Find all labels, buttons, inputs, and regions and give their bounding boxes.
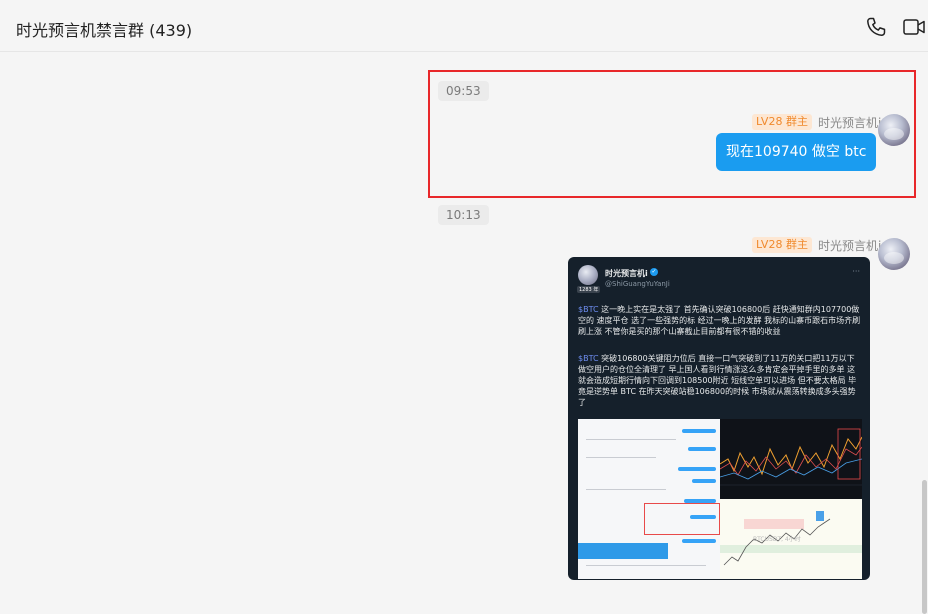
- tweet-paragraph: $BTC 突破106800关键阻力位后 直接一口气突破到了11万的关口把11万以…: [578, 353, 862, 408]
- avatar[interactable]: [878, 114, 910, 146]
- tweet-embedded-screenshot: [578, 419, 862, 579]
- avatar[interactable]: [878, 238, 910, 270]
- cashtag: $BTC: [578, 305, 599, 314]
- tweet-text: 突破106800关键阻力位后 直接一口气突破到了11万的关口把11万以下做空用户…: [578, 354, 857, 407]
- tweet-avatar: [578, 265, 598, 285]
- phone-icon[interactable]: [864, 15, 888, 39]
- tweet-paragraph: $BTC 这一晚上实在是太强了 首先确认突破106800后 赶快通知群内1077…: [578, 304, 862, 337]
- tweet-text: 这一晚上实在是太强了 首先确认突破106800后 赶快通知群内107700做空的…: [578, 305, 861, 336]
- chat-header: 时光预言机禁言群 (439): [0, 0, 928, 52]
- sender-info: LV28 群主 时光预言机i: [752, 236, 881, 254]
- chart-caption: BTCUSDT, 4小时: [753, 536, 801, 543]
- cashtag: $BTC: [578, 354, 599, 363]
- timestamp: 10:13: [438, 205, 489, 225]
- timestamp: 09:53: [438, 81, 489, 101]
- tweet-avatar-badge: 1283 年: [577, 286, 601, 293]
- tweet-handle: @ShiGuangYuYanJi: [605, 280, 670, 288]
- more-icon: ···: [852, 267, 860, 276]
- verified-icon: ✓: [650, 268, 658, 276]
- level-badge: LV28 群主: [752, 237, 812, 253]
- level-badge: LV28 群主: [752, 114, 812, 130]
- tweet-screenshot-image[interactable]: 1283 年 时光预言机i ✓ @ShiGuangYuYanJi ··· $BT…: [568, 257, 870, 580]
- chat-title: 时光预言机禁言群 (439): [16, 21, 193, 40]
- sender-info: LV28 群主 时光预言机i: [752, 113, 881, 131]
- tweet-author: 时光预言机i: [605, 269, 648, 278]
- scrollbar-thumb[interactable]: [922, 480, 927, 614]
- sender-name[interactable]: 时光预言机i: [818, 114, 881, 131]
- message-bubble[interactable]: 现在109740 做空 btc: [716, 133, 877, 171]
- chat-screenshot: [578, 419, 720, 579]
- video-call-icon[interactable]: [902, 15, 926, 39]
- price-chart-dark: [719, 419, 862, 499]
- sender-name[interactable]: 时光预言机i: [818, 237, 881, 254]
